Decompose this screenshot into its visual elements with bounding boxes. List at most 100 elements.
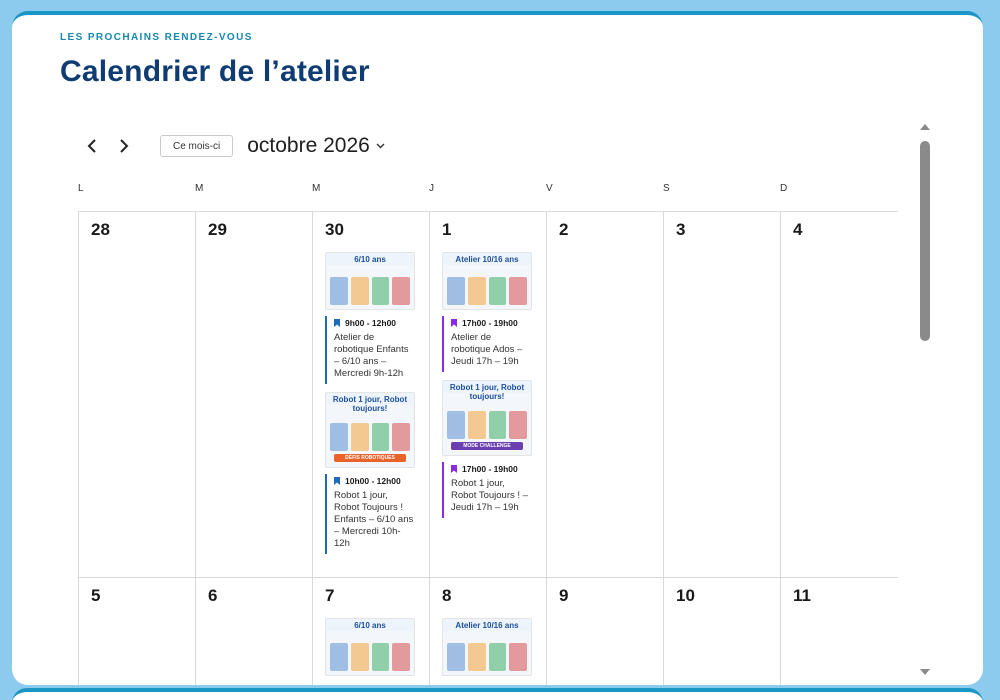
event-time: 9h00 - 12h00 [334, 318, 417, 328]
day-number: 8 [442, 586, 452, 605]
event-time: 10h00 - 12h00 [334, 476, 417, 486]
calendar-event[interactable]: Robot 1 jour, Robot toujours! DÉFIS ROBOT… [325, 392, 417, 554]
calendar-event[interactable]: Atelier 10/16 ans 17h00 - 19h00 Atelier de… [442, 252, 534, 372]
calendar-weeks: 28 29 30 6/10 ans 9h00 - 12h00 Atelier de rob… [78, 211, 898, 685]
calendar-card: LES PROCHAINS RENDEZ-VOUS Calendrier de … [12, 11, 983, 685]
section-eyebrow: LES PROCHAINS RENDEZ-VOUS [60, 32, 253, 43]
day-cell[interactable]: 9 [546, 578, 663, 685]
thumbnail-heading: Atelier 10/16 ans [455, 255, 519, 264]
thumbnail-image [447, 277, 527, 305]
thumbnail-image [330, 643, 410, 671]
vertical-scrollbar[interactable] [918, 123, 932, 678]
thumbnail-heading: 6/10 ans [354, 255, 386, 264]
thumbnail-badge: DÉFIS ROBOTIQUES [334, 454, 406, 462]
week-row: 28 29 30 6/10 ans 9h00 - 12h00 Atelier de rob… [78, 211, 898, 577]
bookmark-icon [334, 477, 340, 485]
day-cell[interactable]: 4 [780, 212, 897, 577]
thumbnail-heading: Atelier 10/16 ans [455, 621, 519, 630]
chevron-left-icon [87, 139, 96, 153]
day-number: 10 [676, 586, 695, 605]
event-time: 17h00 - 19h00 [451, 318, 534, 328]
scroll-down-arrow[interactable] [919, 668, 931, 678]
current-month-button[interactable]: Ce mois-ci [160, 135, 234, 157]
event-thumbnail[interactable]: Atelier 10/16 ans [442, 618, 532, 676]
weekday-header: LMMJVSD [78, 183, 898, 209]
event-details[interactable]: 17h00 - 19h00 Atelier de robotique Ados –… [442, 316, 534, 372]
event-title[interactable]: Atelier de robotique Ados – Jeudi 17h – … [451, 332, 531, 368]
day-number: 11 [793, 586, 811, 605]
event-time: 17h00 - 19h00 [451, 464, 534, 474]
scroll-up-arrow[interactable] [919, 123, 931, 133]
thumbnail-image [447, 411, 527, 439]
chevron-down-icon [376, 143, 385, 149]
weekday-label: L [78, 183, 84, 194]
day-number: 1 [442, 220, 452, 239]
event-details[interactable]: 9h00 - 12h00 Atelier de robotique Enfants… [325, 316, 417, 384]
thumbnail-image [330, 277, 410, 305]
day-cell[interactable]: 10 [663, 578, 780, 685]
bookmark-icon [451, 319, 457, 327]
event-title[interactable]: Robot 1 jour, Robot Toujours ! – Jeudi 1… [451, 478, 531, 514]
thumbnail-heading: 6/10 ans [354, 621, 386, 630]
event-time-label: 9h00 - 12h00 [345, 318, 397, 328]
day-cell[interactable]: 7 6/10 ans [312, 578, 429, 685]
calendar-toolbar: Ce mois-ci octobre 2026 [78, 133, 385, 159]
weekday-label: M [312, 183, 321, 194]
thumbnail-heading: Robot 1 jour, Robot toujours! [449, 383, 525, 401]
day-number: 4 [793, 220, 803, 239]
day-cell[interactable]: 11 [780, 578, 897, 685]
thumbnail-badge: MODE CHALLENGE [451, 442, 523, 450]
weekday-label: M [195, 183, 204, 194]
day-cell[interactable]: 29 [195, 212, 312, 577]
thumbnail-heading: Robot 1 jour, Robot toujours! [332, 395, 408, 413]
month-label: octobre 2026 [247, 134, 370, 157]
event-time-label: 10h00 - 12h00 [345, 476, 401, 486]
day-cell[interactable]: 5 [78, 578, 195, 685]
page-title: Calendrier de l’atelier [60, 55, 370, 88]
weekday-label: V [546, 183, 553, 194]
event-details[interactable]: 10h00 - 12h00 Robot 1 jour, Robot Toujour… [325, 474, 417, 554]
day-number: 29 [208, 220, 227, 239]
day-number: 5 [91, 586, 101, 605]
next-section-card [12, 688, 983, 700]
calendar-event[interactable]: Robot 1 jour, Robot toujours! MODE CHALLE… [442, 380, 534, 518]
previous-month-button[interactable] [78, 133, 106, 159]
day-cell[interactable]: 3 [663, 212, 780, 577]
next-month-button[interactable] [110, 133, 138, 159]
day-number: 6 [208, 586, 218, 605]
day-number: 28 [91, 220, 110, 239]
day-number: 2 [559, 220, 569, 239]
event-thumbnail[interactable]: Robot 1 jour, Robot toujours! DÉFIS ROBOT… [325, 392, 415, 468]
day-number: 30 [325, 220, 344, 239]
week-row: 5 6 7 6/10 ans 8 Atelier 10/16 ans 9 10 11 [78, 577, 898, 685]
event-thumbnail[interactable]: 6/10 ans [325, 252, 415, 310]
event-thumbnail[interactable]: Robot 1 jour, Robot toujours! MODE CHALLE… [442, 380, 532, 456]
bookmark-icon [334, 319, 340, 327]
event-title[interactable]: Robot 1 jour, Robot Toujours ! Enfants –… [334, 490, 414, 550]
day-cell[interactable]: 6 [195, 578, 312, 685]
day-cell[interactable]: 30 6/10 ans 9h00 - 12h00 Atelier de robotiq… [312, 212, 429, 577]
day-cell[interactable]: 2 [546, 212, 663, 577]
calendar-event[interactable]: 6/10 ans [325, 618, 417, 676]
weekday-label: S [663, 183, 670, 194]
calendar-event[interactable]: 6/10 ans 9h00 - 12h00 Atelier de robotique… [325, 252, 417, 384]
event-thumbnail[interactable]: Atelier 10/16 ans [442, 252, 532, 310]
day-cell[interactable]: 28 [78, 212, 195, 577]
weekday-label: D [780, 183, 788, 194]
day-number: 3 [676, 220, 686, 239]
thumbnail-image [330, 423, 410, 451]
month-picker[interactable]: octobre 2026 [247, 134, 385, 158]
event-time-label: 17h00 - 19h00 [462, 318, 518, 328]
event-title[interactable]: Atelier de robotique Enfants – 6/10 ans … [334, 332, 414, 380]
chevron-right-icon [120, 139, 129, 153]
weekday-label: J [429, 183, 434, 194]
day-number: 7 [325, 586, 335, 605]
day-cell[interactable]: 1 Atelier 10/16 ans 17h00 - 19h00 Atelier d… [429, 212, 546, 577]
event-thumbnail[interactable]: 6/10 ans [325, 618, 415, 676]
event-details[interactable]: 17h00 - 19h00 Robot 1 jour, Robot Toujour… [442, 462, 534, 518]
event-time-label: 17h00 - 19h00 [462, 464, 518, 474]
scrollbar-thumb[interactable] [920, 141, 930, 341]
day-cell[interactable]: 8 Atelier 10/16 ans [429, 578, 546, 685]
calendar-event[interactable]: Atelier 10/16 ans [442, 618, 534, 676]
thumbnail-image [447, 643, 527, 671]
